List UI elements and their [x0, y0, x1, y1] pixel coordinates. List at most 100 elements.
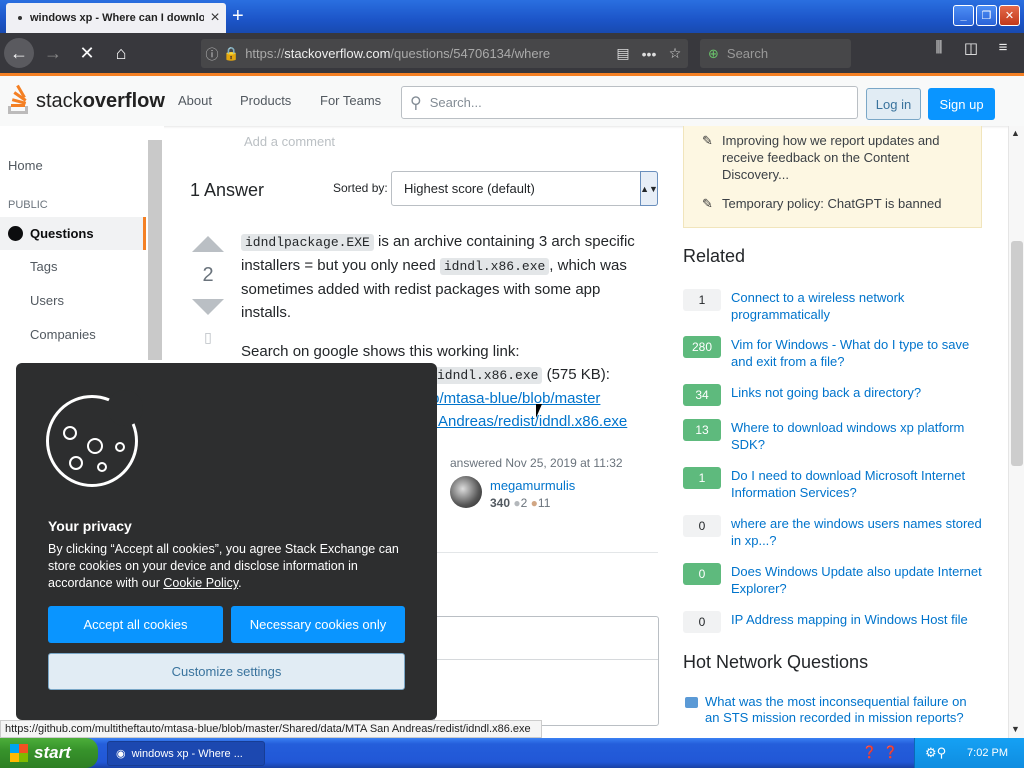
sidebar-item-tags[interactable]: Tags	[30, 259, 57, 274]
sort-select[interactable]: Highest score (default) ▲▼	[391, 171, 658, 206]
related-item[interactable]: 13 Where to download windows xp platform …	[683, 419, 983, 453]
sidebar-icon[interactable]: ◫	[960, 39, 982, 57]
download-link[interactable]: )Andreas/redist/idndl.x86.exe	[433, 413, 627, 430]
help-icon[interactable]: ❓	[862, 745, 877, 759]
related-item[interactable]: 0 where are the windows users names store…	[683, 515, 983, 549]
start-button[interactable]: start	[0, 738, 98, 768]
more-actions-icon[interactable]: •••	[636, 46, 662, 62]
scroll-down-icon[interactable]: ▼	[1011, 724, 1020, 734]
so-logo[interactable]: stack overflow	[8, 84, 165, 116]
answered-timestamp: answered Nov 25, 2019 at 11:32	[450, 456, 623, 470]
related-item[interactable]: 1 Do I need to download Microsoft Interne…	[683, 467, 983, 501]
task-label: windows xp - Where ...	[131, 747, 243, 760]
related-answer-count: 280	[683, 336, 721, 358]
meta-item[interactable]: Temporary policy: ChatGPT is banned	[702, 195, 962, 212]
related-answer-count: 13	[683, 419, 721, 441]
minimize-icon[interactable]: _	[953, 5, 974, 26]
search-icon: ⊕	[708, 45, 719, 61]
answer-text: (575 KB):	[542, 366, 610, 383]
start-label: start	[34, 743, 71, 762]
browser-search-box[interactable]: ⊕ Search	[700, 39, 851, 68]
necessary-cookies-button[interactable]: Necessary cookies only	[231, 606, 405, 643]
tab-close-icon[interactable]: ×	[204, 9, 226, 27]
url-bar[interactable]: ⓘ 🔒 https://stackoverflow.com/questions/…	[201, 39, 688, 68]
related-question-link[interactable]: Does Windows Update also update Internet…	[731, 563, 983, 597]
network-icon[interactable]: ⚙⚲	[925, 745, 946, 761]
related-question-link[interactable]: Do I need to download Microsoft Internet…	[731, 467, 983, 501]
sort-value: Highest score (default)	[404, 181, 535, 196]
hot-network-heading: Hot Network Questions	[683, 652, 869, 672]
sidebar-item-companies[interactable]: Companies	[30, 327, 96, 342]
url-text[interactable]: https://stackoverflow.com/questions/5470…	[245, 46, 610, 61]
url-domain: stackoverflow.com	[284, 46, 391, 61]
loading-icon	[18, 16, 22, 20]
login-button[interactable]: Log in	[866, 88, 921, 120]
related-question-link[interactable]: Vim for Windows - What do I type to save…	[731, 336, 983, 370]
page-scrollbar[interactable]: ▲ ▼	[1008, 126, 1024, 738]
browser-tab[interactable]: windows xp - Where can I download ×	[6, 3, 226, 33]
library-icon[interactable]: ⫼	[928, 39, 950, 57]
nav-about[interactable]: About	[178, 93, 212, 108]
answer-editor-box[interactable]	[434, 616, 659, 726]
nav-for-teams[interactable]: For Teams	[320, 93, 381, 108]
sidebar-item-home[interactable]: Home	[8, 158, 43, 173]
accept-all-cookies-button[interactable]: Accept all cookies	[48, 606, 223, 643]
bookmark-icon[interactable]: ▯	[190, 329, 226, 346]
signup-button[interactable]: Sign up	[928, 88, 995, 120]
new-tab-icon[interactable]: +	[232, 5, 244, 28]
globe-icon	[8, 226, 23, 241]
sidebar-item-questions[interactable]: Questions	[0, 217, 146, 250]
scroll-up-icon[interactable]: ▲	[1011, 128, 1020, 138]
related-question-link[interactable]: where are the windows users names stored…	[731, 515, 983, 549]
related-question-link[interactable]: Where to download windows xp platform SD…	[731, 419, 983, 453]
related-item[interactable]: 0 IP Address mapping in Windows Host file	[683, 611, 983, 633]
help-icon-2[interactable]: ❓	[883, 745, 898, 759]
related-item[interactable]: 1 Connect to a wireless network programma…	[683, 289, 983, 323]
scroll-thumb[interactable]	[1011, 241, 1023, 466]
restore-icon[interactable]: ❐	[976, 5, 997, 26]
customize-settings-button[interactable]: Customize settings	[48, 653, 405, 690]
add-comment-link[interactable]: Add a comment	[244, 134, 335, 149]
related-answer-count: 34	[683, 384, 721, 406]
home-icon[interactable]: ⌂	[106, 38, 136, 68]
answers-heading: 1 Answer	[190, 180, 265, 200]
related-question-link[interactable]: Connect to a wireless network programmat…	[731, 289, 983, 323]
hot-network-item[interactable]: What was the most inconsequential failur…	[683, 694, 983, 726]
taskbar-item-browser[interactable]: ◉ windows xp - Where ...	[107, 741, 265, 766]
clock: 7:02 PM	[967, 747, 1008, 759]
cookie-policy-link[interactable]: Cookie Policy	[163, 576, 238, 590]
sidebar-scrollbar[interactable]	[148, 140, 162, 360]
back-icon[interactable]: ←	[4, 38, 34, 68]
upvote-icon[interactable]	[192, 236, 224, 252]
so-search-input[interactable]: ⚲ Search...	[401, 86, 858, 119]
logo-text-bold: overflow	[82, 89, 165, 112]
reader-view-icon[interactable]: ▤	[610, 45, 636, 62]
downvote-icon[interactable]	[192, 299, 224, 315]
related-item[interactable]: 280 Vim for Windows - What do I type to s…	[683, 336, 983, 370]
related-question-link[interactable]: Links not going back a directory?	[731, 384, 921, 401]
answer-paragraph-1: idndlpackage.EXE is an archive containin…	[241, 230, 641, 324]
info-icon[interactable]: ⓘ	[201, 44, 223, 63]
mouse-cursor-icon	[536, 404, 542, 418]
stop-icon[interactable]: ✕	[72, 38, 102, 68]
bronze-badges: 11	[537, 496, 551, 510]
forward-icon[interactable]: →	[38, 38, 68, 68]
system-tray: ⚙⚲ 7:02 PM	[914, 738, 1024, 768]
vote-count: 2	[202, 264, 214, 286]
sidebar-item-users[interactable]: Users	[30, 293, 64, 308]
nav-products[interactable]: Products	[240, 93, 291, 108]
download-link[interactable]: to/mtasa-blue/blob/master	[427, 390, 600, 407]
silver-badges: 2	[520, 496, 528, 510]
menu-icon[interactable]: ≡	[992, 39, 1014, 57]
meta-item[interactable]: Improving how we report updates and rece…	[702, 132, 962, 183]
related-item[interactable]: 34 Links not going back a directory?	[683, 384, 983, 406]
windows-logo-icon	[10, 744, 28, 762]
bookmark-star-icon[interactable]: ☆	[662, 45, 688, 62]
avatar[interactable]	[450, 476, 482, 508]
related-item[interactable]: 0 Does Windows Update also update Interne…	[683, 563, 983, 597]
user-name-link[interactable]: megamurmulis	[490, 478, 575, 493]
related-answer-count: 0	[683, 563, 721, 585]
related-question-link[interactable]: IP Address mapping in Windows Host file	[731, 611, 968, 628]
close-icon[interactable]: ✕	[999, 5, 1020, 26]
related-answer-count: 1	[683, 289, 721, 311]
